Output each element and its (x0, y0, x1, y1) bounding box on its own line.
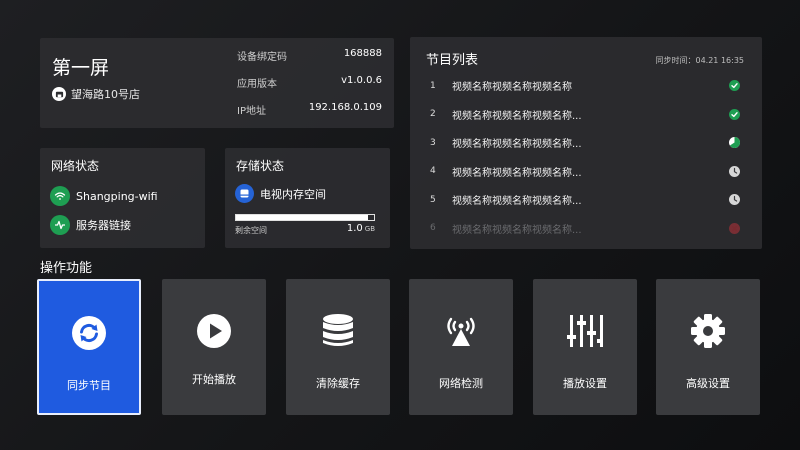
storage-progress-fill (236, 215, 369, 220)
storage-drive-icon (235, 184, 254, 203)
info-row-app-version: 应用版本 v1.0.0.6 (237, 75, 382, 90)
program-number: 1 (430, 80, 436, 91)
storage-title: 存储状态 (236, 159, 285, 173)
program-list-item[interactable]: 5 视频名称视频名称视频名称... (430, 192, 742, 207)
sync-time: 同步时间：04.21 16:35 (655, 56, 745, 65)
program-list-item[interactable]: 2 视频名称视频名称视频名称... (430, 107, 742, 122)
wifi-row: Shangping-wifi (50, 186, 158, 206)
wifi-name: Shangping-wifi (76, 189, 158, 203)
program-number: 4 (430, 166, 436, 176)
network-status-panel: 网络状态 Shangping-wifi 服务器链接 (40, 148, 205, 248)
check-circle-icon (729, 80, 740, 91)
clear-cache-button[interactable]: 清除缓存 (286, 279, 390, 415)
server-label: 服务器链接 (76, 219, 131, 232)
program-number: 2 (430, 109, 436, 119)
sync-icon (69, 313, 109, 353)
advanced-settings-button[interactable]: 高级设置 (656, 279, 760, 415)
clear-cache-label: 清除缓存 (316, 377, 360, 390)
info-value: v1.0.0.6 (341, 75, 382, 86)
program-name: 视频名称视频名称视频名称 (452, 82, 572, 93)
network-test-button[interactable]: 网络检测 (409, 279, 513, 415)
storage-remaining-value: 1.0 (346, 223, 363, 234)
program-number: 5 (430, 194, 436, 205)
program-name: 视频名称视频名称视频名称... (452, 196, 582, 207)
check-circle-icon (729, 108, 740, 120)
info-row-ip-address: IP地址 192.168.0.109 (237, 102, 382, 117)
gear-icon (688, 311, 728, 351)
program-number: 3 (430, 137, 436, 148)
program-list-item[interactable]: 1 视频名称视频名称视频名称 (430, 78, 742, 93)
play-settings-button[interactable]: 播放设置 (533, 279, 637, 415)
pulse-icon (50, 215, 70, 235)
operations-title: 操作功能 (40, 261, 93, 276)
info-row-bind-code: 设备绑定码 168888 (237, 48, 382, 63)
info-label: 应用版本 (237, 79, 277, 90)
info-value: 192.168.0.109 (308, 102, 382, 113)
play-settings-label: 播放设置 (563, 377, 607, 390)
start-play-button[interactable]: 开始播放 (162, 279, 266, 415)
clock-icon (729, 194, 740, 205)
program-list-title: 节目列表 (426, 53, 479, 68)
storage-remaining-unit: GB (364, 225, 375, 233)
wifi-icon (50, 186, 70, 206)
storage-remaining-size: 1.0 GB (347, 223, 375, 234)
program-number: 6 (430, 223, 436, 233)
program-name: 视频名称视频名称视频名称... (452, 110, 582, 122)
storage-device-row: 电视内存空间 (235, 184, 326, 203)
network-title: 网络状态 (51, 159, 100, 173)
progress-circle-icon (729, 137, 740, 148)
device-info-panel: 第一屏 望海路10号店 设备绑定码 168888 应用版本 v1.0.0.6 I… (40, 38, 394, 128)
advanced-settings-label: 高级设置 (686, 377, 730, 390)
sync-program-label: 同步节目 (67, 379, 111, 392)
clock-icon (729, 165, 740, 177)
error-circle-icon (729, 222, 740, 234)
program-name: 视频名称视频名称视频名称... (452, 224, 582, 236)
store-icon (52, 87, 66, 101)
start-play-label: 开始播放 (192, 373, 236, 386)
program-name: 视频名称视频名称视频名称... (452, 139, 582, 150)
info-label: 设备绑定码 (237, 52, 287, 63)
program-list-item[interactable]: 3 视频名称视频名称视频名称... (430, 135, 742, 150)
program-list-panel: 节目列表 同步时间：04.21 16:35 1 视频名称视频名称视频名称 2 视频名称… (410, 37, 762, 249)
storage-device-label: 电视内存空间 (260, 187, 326, 201)
info-value: 168888 (343, 48, 382, 59)
play-icon (194, 311, 234, 351)
storage-status-panel: 存储状态 电视内存空间 剩余空间 1.0 GB (225, 148, 390, 248)
sync-program-button[interactable]: 同步节目 (37, 279, 141, 415)
screen-title: 第一屏 (52, 57, 110, 79)
store-row: 望海路10号店 (52, 86, 140, 102)
program-list-item[interactable]: 6 视频名称视频名称视频名称... (430, 221, 742, 236)
info-label: IP地址 (237, 106, 266, 117)
storage-progress-bar (235, 214, 375, 221)
program-name: 视频名称视频名称视频名称... (452, 167, 582, 179)
sliders-icon (565, 311, 605, 351)
program-list-item[interactable]: 4 视频名称视频名称视频名称... (430, 164, 742, 179)
store-name: 望海路10号店 (71, 88, 140, 101)
network-test-label: 网络检测 (439, 377, 483, 390)
antenna-icon (441, 311, 481, 351)
server-row: 服务器链接 (50, 215, 131, 235)
storage-remaining-label: 剩余空间 (235, 226, 267, 235)
database-icon (318, 311, 358, 351)
